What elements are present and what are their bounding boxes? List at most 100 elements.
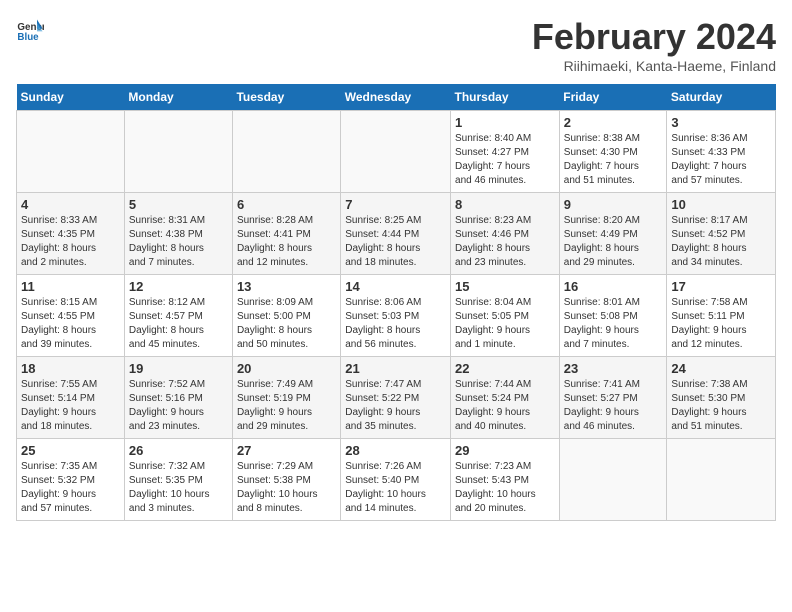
day-info: Sunrise: 8:40 AM Sunset: 4:27 PM Dayligh…	[455, 132, 555, 188]
day-number: 16	[564, 279, 663, 294]
calendar-week-row: 25 Sunrise: 7:35 AM Sunset: 5:32 PM Dayli…	[17, 439, 776, 521]
title-area: February 2024 Riihimaeki, Kanta-Haeme, F…	[532, 16, 776, 74]
day-number: 28	[345, 443, 446, 458]
day-number: 18	[21, 361, 120, 376]
day-of-week-header: Tuesday	[232, 84, 340, 111]
calendar-cell	[124, 111, 232, 193]
calendar-cell: 10Sunrise: 8:17 AM Sunset: 4:52 PM Dayli…	[667, 193, 776, 275]
calendar-cell: 8Sunrise: 8:23 AM Sunset: 4:46 PM Daylig…	[451, 193, 560, 275]
day-info: Sunrise: 7:52 AM Sunset: 5:16 PM Dayligh…	[129, 378, 228, 434]
day-number: 23	[564, 361, 663, 376]
calendar-cell: 21 Sunrise: 7:47 AM Sunset: 5:22 PM Dayli…	[341, 357, 451, 439]
day-info: Sunrise: 7:41 AM Sunset: 5:27 PM Dayligh…	[564, 378, 663, 434]
day-info: Sunrise: 7:47 AM Sunset: 5:22 PM Dayligh…	[345, 378, 446, 434]
calendar-cell: 17 Sunrise: 7:58 AM Sunset: 5:11 PM Dayli…	[667, 275, 776, 357]
day-number: 7	[345, 197, 446, 212]
calendar-cell: 5 Sunrise: 8:31 AM Sunset: 4:38 PM Daylig…	[124, 193, 232, 275]
day-of-week-header: Thursday	[451, 84, 560, 111]
calendar-header-row: SundayMondayTuesdayWednesdayThursdayFrid…	[17, 84, 776, 111]
calendar-cell: 19Sunrise: 7:52 AM Sunset: 5:16 PM Dayli…	[124, 357, 232, 439]
day-number: 4	[21, 197, 120, 212]
calendar-cell: 20 Sunrise: 7:49 AM Sunset: 5:19 PM Dayli…	[232, 357, 340, 439]
day-number: 11	[21, 279, 120, 294]
calendar-cell: 7Sunrise: 8:25 AM Sunset: 4:44 PM Daylig…	[341, 193, 451, 275]
calendar-cell: 16 Sunrise: 8:01 AM Sunset: 5:08 PM Dayli…	[559, 275, 667, 357]
calendar-cell: 13 Sunrise: 8:09 AM Sunset: 5:00 PM Dayli…	[232, 275, 340, 357]
calendar-cell: 12 Sunrise: 8:12 AM Sunset: 4:57 PM Dayli…	[124, 275, 232, 357]
main-title: February 2024	[532, 16, 776, 58]
day-number: 9	[564, 197, 663, 212]
calendar-body: 1 Sunrise: 8:40 AM Sunset: 4:27 PM Daylig…	[17, 111, 776, 521]
day-info: Sunrise: 7:49 AM Sunset: 5:19 PM Dayligh…	[237, 378, 336, 434]
day-number: 12	[129, 279, 228, 294]
calendar-cell: 28 Sunrise: 7:26 AM Sunset: 5:40 PM Dayli…	[341, 439, 451, 521]
day-info: Sunrise: 8:04 AM Sunset: 5:05 PM Dayligh…	[455, 296, 555, 352]
calendar-cell: 6 Sunrise: 8:28 AM Sunset: 4:41 PM Daylig…	[232, 193, 340, 275]
day-info: Sunrise: 7:44 AM Sunset: 5:24 PM Dayligh…	[455, 378, 555, 434]
calendar-cell: 9 Sunrise: 8:20 AM Sunset: 4:49 PM Daylig…	[559, 193, 667, 275]
calendar-cell	[232, 111, 340, 193]
logo: General Blue	[16, 16, 44, 44]
calendar-cell: 3Sunrise: 8:36 AM Sunset: 4:33 PM Daylig…	[667, 111, 776, 193]
day-info: Sunrise: 8:20 AM Sunset: 4:49 PM Dayligh…	[564, 214, 663, 270]
calendar-cell: 14Sunrise: 8:06 AM Sunset: 5:03 PM Dayli…	[341, 275, 451, 357]
day-number: 20	[237, 361, 336, 376]
day-info: Sunrise: 8:12 AM Sunset: 4:57 PM Dayligh…	[129, 296, 228, 352]
day-info: Sunrise: 8:06 AM Sunset: 5:03 PM Dayligh…	[345, 296, 446, 352]
day-number: 5	[129, 197, 228, 212]
calendar-cell: 24Sunrise: 7:38 AM Sunset: 5:30 PM Dayli…	[667, 357, 776, 439]
calendar-cell: 27 Sunrise: 7:29 AM Sunset: 5:38 PM Dayli…	[232, 439, 340, 521]
day-info: Sunrise: 7:35 AM Sunset: 5:32 PM Dayligh…	[21, 460, 120, 516]
calendar-cell: 15 Sunrise: 8:04 AM Sunset: 5:05 PM Dayli…	[451, 275, 560, 357]
calendar-cell	[559, 439, 667, 521]
logo-icon: General Blue	[16, 16, 44, 44]
day-info: Sunrise: 8:09 AM Sunset: 5:00 PM Dayligh…	[237, 296, 336, 352]
day-info: Sunrise: 8:01 AM Sunset: 5:08 PM Dayligh…	[564, 296, 663, 352]
calendar-cell: 22 Sunrise: 7:44 AM Sunset: 5:24 PM Dayli…	[451, 357, 560, 439]
day-info: Sunrise: 7:32 AM Sunset: 5:35 PM Dayligh…	[129, 460, 228, 516]
day-info: Sunrise: 8:31 AM Sunset: 4:38 PM Dayligh…	[129, 214, 228, 270]
day-info: Sunrise: 8:33 AM Sunset: 4:35 PM Dayligh…	[21, 214, 120, 270]
calendar-cell: 18 Sunrise: 7:55 AM Sunset: 5:14 PM Dayli…	[17, 357, 125, 439]
header: General Blue February 2024 Riihimaeki, K…	[16, 16, 776, 74]
day-number: 22	[455, 361, 555, 376]
day-info: Sunrise: 7:26 AM Sunset: 5:40 PM Dayligh…	[345, 460, 446, 516]
day-info: Sunrise: 8:38 AM Sunset: 4:30 PM Dayligh…	[564, 132, 663, 188]
day-number: 13	[237, 279, 336, 294]
day-of-week-header: Sunday	[17, 84, 125, 111]
day-info: Sunrise: 7:38 AM Sunset: 5:30 PM Dayligh…	[671, 378, 771, 434]
calendar-cell	[667, 439, 776, 521]
day-number: 26	[129, 443, 228, 458]
day-number: 15	[455, 279, 555, 294]
day-number: 3	[671, 115, 771, 130]
day-info: Sunrise: 8:17 AM Sunset: 4:52 PM Dayligh…	[671, 214, 771, 270]
day-of-week-header: Wednesday	[341, 84, 451, 111]
day-info: Sunrise: 8:28 AM Sunset: 4:41 PM Dayligh…	[237, 214, 336, 270]
day-number: 29	[455, 443, 555, 458]
day-number: 6	[237, 197, 336, 212]
day-info: Sunrise: 7:29 AM Sunset: 5:38 PM Dayligh…	[237, 460, 336, 516]
day-number: 27	[237, 443, 336, 458]
day-number: 21	[345, 361, 446, 376]
calendar-cell	[17, 111, 125, 193]
calendar-cell: 4 Sunrise: 8:33 AM Sunset: 4:35 PM Daylig…	[17, 193, 125, 275]
day-info: Sunrise: 7:55 AM Sunset: 5:14 PM Dayligh…	[21, 378, 120, 434]
calendar-cell	[341, 111, 451, 193]
day-number: 25	[21, 443, 120, 458]
day-number: 8	[455, 197, 555, 212]
calendar-cell: 1 Sunrise: 8:40 AM Sunset: 4:27 PM Daylig…	[451, 111, 560, 193]
day-info: Sunrise: 7:23 AM Sunset: 5:43 PM Dayligh…	[455, 460, 555, 516]
day-number: 2	[564, 115, 663, 130]
calendar-week-row: 11Sunrise: 8:15 AM Sunset: 4:55 PM Dayli…	[17, 275, 776, 357]
day-of-week-header: Saturday	[667, 84, 776, 111]
calendar-week-row: 4 Sunrise: 8:33 AM Sunset: 4:35 PM Daylig…	[17, 193, 776, 275]
calendar-cell: 26 Sunrise: 7:32 AM Sunset: 5:35 PM Dayli…	[124, 439, 232, 521]
calendar-cell: 23 Sunrise: 7:41 AM Sunset: 5:27 PM Dayli…	[559, 357, 667, 439]
day-number: 17	[671, 279, 771, 294]
day-number: 1	[455, 115, 555, 130]
day-of-week-header: Friday	[559, 84, 667, 111]
calendar-cell: 2 Sunrise: 8:38 AM Sunset: 4:30 PM Daylig…	[559, 111, 667, 193]
calendar-cell: 11Sunrise: 8:15 AM Sunset: 4:55 PM Dayli…	[17, 275, 125, 357]
calendar-cell: 29 Sunrise: 7:23 AM Sunset: 5:43 PM Dayli…	[451, 439, 560, 521]
day-info: Sunrise: 7:58 AM Sunset: 5:11 PM Dayligh…	[671, 296, 771, 352]
